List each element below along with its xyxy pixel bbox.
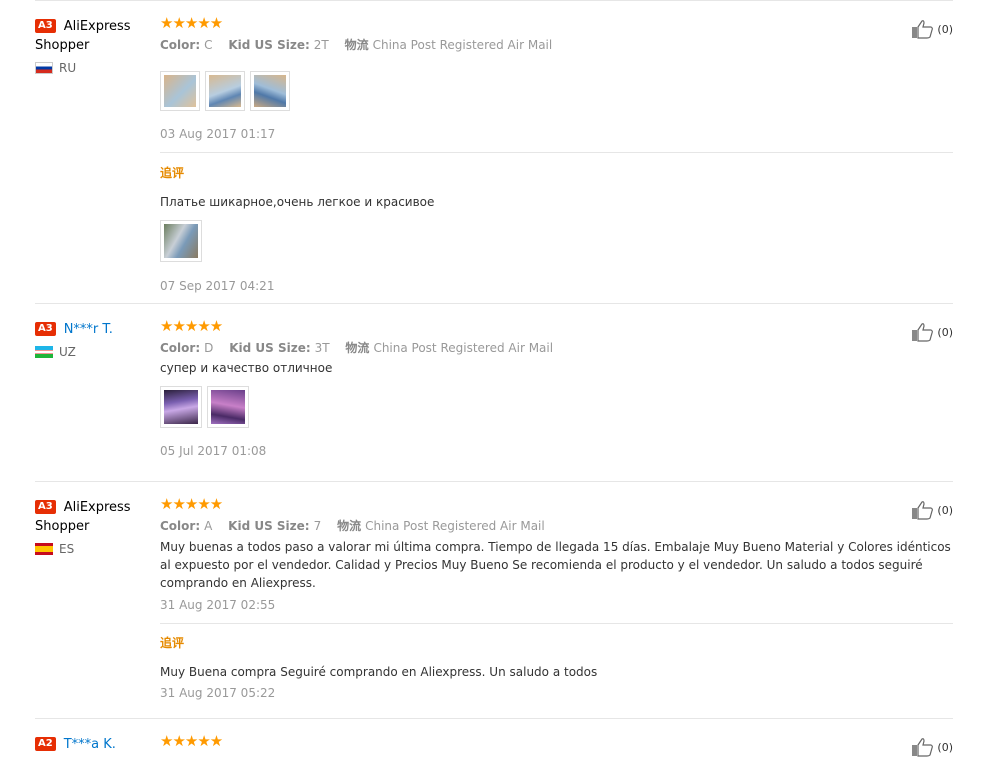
review-text: Muy buenas a todos paso a valorar mi últ… (160, 540, 951, 590)
thumbs-up-icon (912, 738, 934, 757)
star-rating: ★★★★★ (160, 14, 223, 32)
review-list: A3 AliExpress Shopper RU ★★★★★ Color: C Ki… (35, 0, 953, 779)
star-rating: ★★★★★ (160, 732, 223, 750)
review-item: A2 T***a K. ★★★★★ (0) (35, 719, 953, 779)
star-rating: ★★★★★ (160, 495, 223, 513)
review-photos (160, 386, 953, 428)
buyer-level-badge: A3 (35, 19, 56, 33)
reviewer-country: RU (35, 61, 145, 75)
thumbs-up-icon (912, 20, 934, 39)
helpful-button[interactable]: (0) (911, 500, 953, 520)
flag-icon (35, 346, 53, 358)
helpful-button[interactable]: (0) (911, 322, 953, 342)
flag-icon (35, 543, 53, 555)
review-photo-thumbnail[interactable] (207, 386, 249, 428)
helpful-button[interactable]: (0) (911, 19, 953, 39)
additional-feedback: 追评 Muy Buena compra Seguiré comprando en… (160, 623, 953, 700)
star-rating: ★★★★★ (160, 317, 223, 335)
review-photo-thumbnail[interactable] (205, 71, 245, 111)
review-text: супер и качество отличное (160, 361, 333, 375)
additional-feedback-text: Платье шикарное,очень легкое и красивое (160, 195, 435, 209)
review-date: 05 Jul 2017 01:08 (160, 444, 267, 458)
review-photo-thumbnail[interactable] (160, 386, 202, 428)
helpful-count: (0) (937, 740, 953, 754)
reviewer-country: UZ (35, 345, 145, 359)
reviewer-info: A3 AliExpress Shopper RU (35, 17, 145, 75)
additional-feedback-text: Muy Buena compra Seguiré comprando en Al… (160, 665, 598, 679)
review-photos (160, 71, 953, 111)
review-item: A3 AliExpress Shopper ES ★★★★★ Color: A Ki… (35, 482, 953, 719)
helpful-count: (0) (937, 503, 953, 517)
order-attributes: Color: A Kid US Size: 7 物流 China Post Regis… (160, 519, 545, 533)
order-attributes: Color: D Kid US Size: 3T 物流 China Post Regi… (160, 341, 554, 355)
helpful-count: (0) (937, 325, 953, 339)
buyer-level-badge: A3 (35, 322, 56, 336)
reviewer-info: A3 N***r T. UZ (35, 320, 145, 359)
review-date: 31 Aug 2017 02:55 (160, 598, 276, 612)
review-photo-thumbnail[interactable] (250, 71, 290, 111)
additional-feedback-date: 07 Sep 2017 04:21 (160, 279, 275, 293)
review-photo-thumbnail[interactable] (160, 71, 200, 111)
flag-icon (35, 62, 53, 74)
buyer-level-badge: A2 (35, 737, 56, 751)
reviewer-info: A3 AliExpress Shopper ES (35, 498, 145, 556)
helpful-count: (0) (937, 22, 953, 36)
reviewer-name[interactable]: N***r T. (64, 322, 113, 337)
additional-feedback-date: 31 Aug 2017 05:22 (160, 686, 276, 700)
additional-feedback-photos (160, 220, 953, 262)
thumbs-up-icon (912, 501, 934, 520)
buyer-level-badge: A3 (35, 500, 56, 514)
additional-feedback-title: 追评 (160, 636, 185, 650)
reviewer-name[interactable]: T***a K. (64, 737, 116, 752)
review-item: A3 AliExpress Shopper RU ★★★★★ Color: C Ki… (35, 0, 953, 304)
additional-feedback-title: 追评 (160, 166, 185, 180)
review-photo-thumbnail[interactable] (160, 220, 202, 262)
helpful-button[interactable]: (0) (911, 737, 953, 757)
review-item: A3 N***r T. UZ ★★★★★ Color: D Kid US Size:… (35, 304, 953, 482)
order-attributes: Color: C Kid US Size: 2T 物流 China Post Regi… (160, 38, 553, 52)
reviewer-country: ES (35, 542, 145, 556)
additional-feedback: 追评 Платье шикарное,очень легкое и красив… (160, 152, 953, 293)
review-date: 03 Aug 2017 01:17 (160, 127, 276, 141)
reviewer-info: A2 T***a K. (35, 735, 145, 754)
thumbs-up-icon (912, 323, 934, 342)
